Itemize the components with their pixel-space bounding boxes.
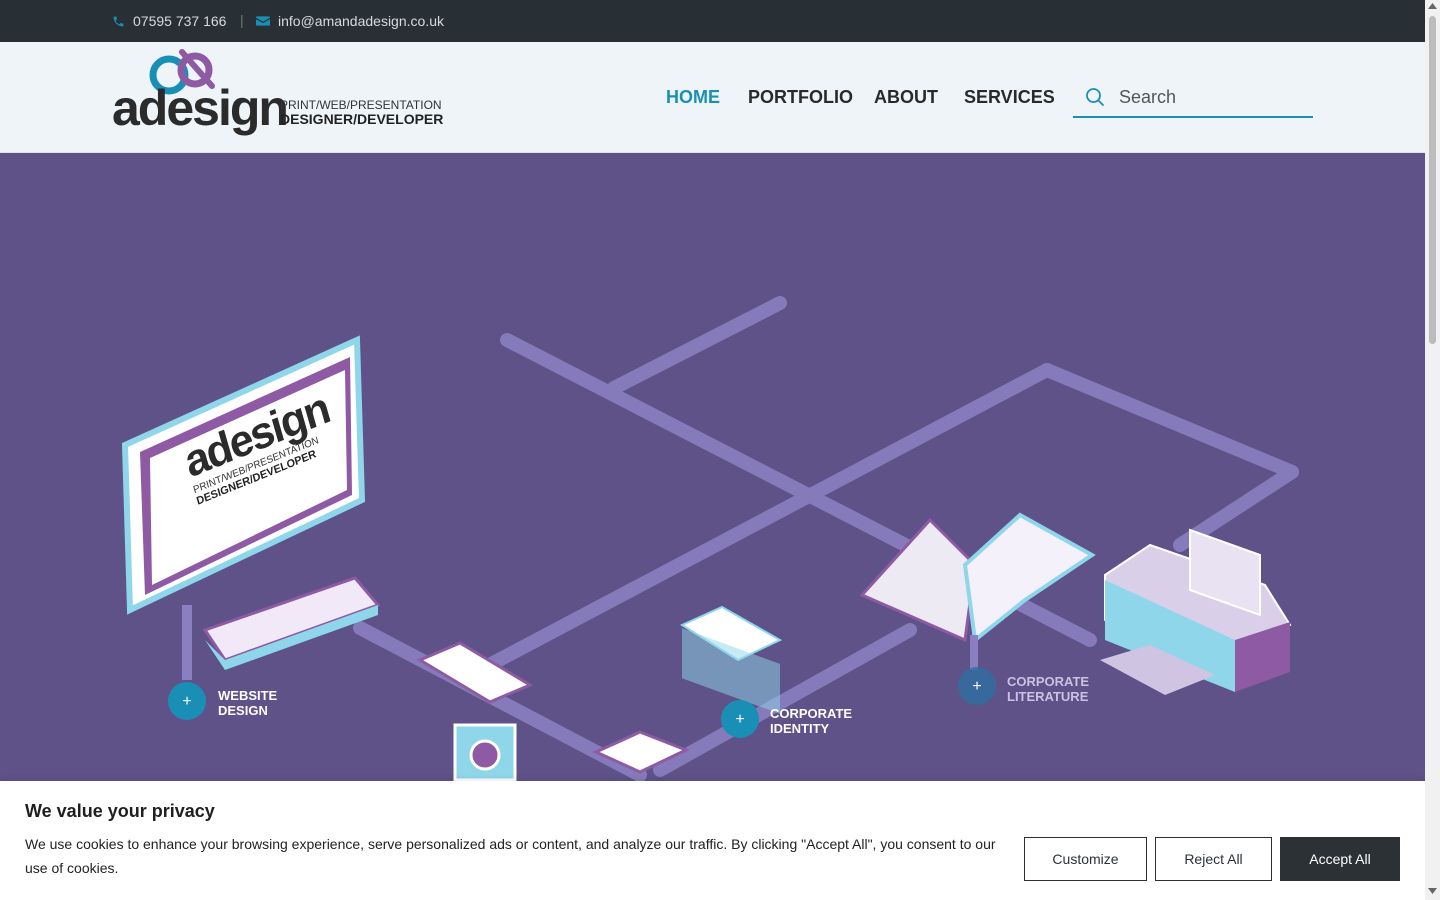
logo-wordmark: adesign xyxy=(112,80,289,136)
nav-services[interactable]: SERVICES xyxy=(964,87,1055,108)
phone-number: 07595 737 166 xyxy=(133,13,227,29)
svg-text:+: + xyxy=(182,693,191,710)
reject-all-button[interactable]: Reject All xyxy=(1155,837,1272,881)
customize-button[interactable]: Customize xyxy=(1024,837,1147,881)
service-label-line2: LITERATURE xyxy=(1007,689,1089,704)
service-label-line2: DESIGN xyxy=(218,703,268,718)
service-label-line1: CORPORATE xyxy=(1007,674,1090,689)
envelope-icon xyxy=(256,16,270,26)
cookie-text: We use cookies to enhance your browsing … xyxy=(25,836,996,876)
logo-tagline-1: PRINT/WEB/PRESENTATION xyxy=(280,98,442,112)
scrollbar-thumb[interactable] xyxy=(1429,16,1436,344)
service-label-corporate-identity[interactable]: CORPORATE IDENTITY xyxy=(770,706,852,736)
scroll-up-arrow-icon[interactable] xyxy=(1428,3,1437,9)
svg-text:+: + xyxy=(972,678,981,695)
logo-tagline-2: DESIGNER/DEVELOPER xyxy=(280,111,444,127)
cookie-title: We value your privacy xyxy=(25,801,215,821)
phone-icon xyxy=(113,16,124,26)
email-address: info@amandadesign.co.uk xyxy=(278,13,444,29)
search-input[interactable] xyxy=(1117,84,1311,110)
nav-portfolio[interactable]: PORTFOLIO xyxy=(748,87,853,108)
scroll-down-arrow-icon[interactable] xyxy=(1428,888,1437,894)
cookie-consent-banner: We value your privacy We use cookies to … xyxy=(0,781,1425,900)
phone-contact[interactable]: 07595 737 166 xyxy=(112,13,226,29)
service-label-corporate-literature[interactable]: CORPORATE LITERATURE xyxy=(1007,674,1089,704)
paper-stack-graphic xyxy=(679,605,783,714)
service-label-line1: WEBSITE xyxy=(218,688,278,703)
service-label-line1: CORPORATE xyxy=(770,706,853,721)
service-label-website-design[interactable]: WEBSITE DESIGN xyxy=(218,688,277,718)
monitor-graphic xyxy=(121,335,381,680)
search-box xyxy=(1073,78,1313,118)
email-contact[interactable]: info@amandadesign.co.uk xyxy=(256,13,444,29)
site-header: adesign PRINT/WEB/PRESENTATION DESIGNER/… xyxy=(0,42,1425,153)
contact-separator: | xyxy=(240,12,244,28)
top-contact-bar: 07595 737 166 | info@amandadesign.co.uk xyxy=(0,0,1425,42)
site-logo[interactable]: adesign PRINT/WEB/PRESENTATION DESIGNER/… xyxy=(112,42,452,142)
search-icon[interactable] xyxy=(1085,87,1105,107)
svg-text:+: + xyxy=(735,711,744,728)
nav-about[interactable]: ABOUT xyxy=(874,87,938,108)
page-scrollbar[interactable] xyxy=(1425,0,1440,900)
service-label-line2: IDENTITY xyxy=(770,721,830,736)
accept-all-button[interactable]: Accept All xyxy=(1280,837,1400,881)
nav-home[interactable]: HOME xyxy=(666,87,720,108)
printer-graphic xyxy=(1100,528,1292,695)
